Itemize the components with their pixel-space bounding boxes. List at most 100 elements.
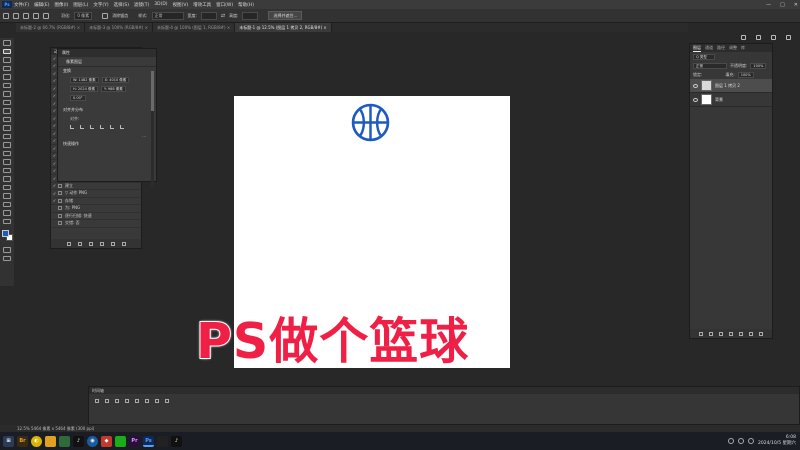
dialog-toggle-icon[interactable]: [58, 213, 62, 218]
w-field[interactable]: W: 1482 像素: [70, 76, 99, 83]
new-set-icon[interactable]: [99, 241, 104, 246]
photoshop-app-icon[interactable]: Ps: [143, 435, 154, 447]
action-checkmark[interactable]: ✓: [51, 198, 58, 203]
tiktok-app-icon[interactable]: ♪: [171, 435, 182, 447]
brush-tool-icon[interactable]: [3, 108, 11, 114]
app-icon[interactable]: ◉: [87, 435, 98, 447]
menu-layer[interactable]: 图层(L): [73, 2, 88, 8]
bridge-app-icon[interactable]: Br: [17, 435, 28, 447]
more-tools-icon[interactable]: [3, 218, 11, 224]
hand-tool-icon[interactable]: [3, 201, 11, 207]
record-icon[interactable]: [77, 241, 82, 246]
path-select-tool-icon[interactable]: [3, 184, 11, 190]
new-layer-icon[interactable]: [749, 331, 753, 336]
link-layers-icon[interactable]: [699, 331, 703, 336]
action-row[interactable]: 为: PNG: [51, 205, 141, 213]
prev-frame-icon[interactable]: [105, 399, 109, 403]
start-button[interactable]: ⊞: [3, 435, 14, 447]
menu-plugins[interactable]: 增效工具: [193, 2, 211, 8]
action-row[interactable]: 逐行扫描: 快速: [51, 213, 141, 220]
zoom-tool-icon[interactable]: [3, 210, 11, 216]
play-icon[interactable]: [88, 241, 93, 246]
tab-channels[interactable]: 通道: [705, 45, 713, 51]
align-bottom-icon[interactable]: [120, 125, 124, 129]
action-row[interactable]: 交错: 否: [51, 220, 141, 228]
foreground-color-swatch[interactable]: [1, 230, 9, 237]
align-middle-icon[interactable]: [110, 125, 114, 129]
lasso-tool-icon[interactable]: [3, 57, 11, 63]
action-checkmark[interactable]: ✓: [51, 183, 58, 188]
gradient-tool-icon[interactable]: [3, 142, 11, 148]
align-right-icon[interactable]: [90, 125, 94, 129]
adjustment-layer-icon[interactable]: [729, 331, 733, 336]
layer-filter-select[interactable]: Q 类型: [693, 53, 715, 60]
more-button[interactable]: ...: [142, 133, 146, 138]
delete-icon[interactable]: [121, 241, 126, 246]
swap-icon[interactable]: ⇄: [221, 13, 225, 19]
timeline-title[interactable]: 时间轴: [89, 387, 799, 394]
clone-stamp-tool-icon[interactable]: [3, 116, 11, 122]
h-field[interactable]: H: 2024 像素: [70, 85, 98, 92]
play-icon[interactable]: [115, 399, 119, 403]
transition-icon[interactable]: [165, 399, 169, 403]
antialias-checkbox[interactable]: [102, 12, 109, 19]
quick-mask-icon[interactable]: [3, 247, 11, 253]
menu-view[interactable]: 视图(V): [173, 2, 189, 8]
dialog-toggle-icon[interactable]: [58, 221, 62, 226]
crop-tool-icon[interactable]: [3, 74, 11, 80]
new-group-icon[interactable]: [739, 331, 743, 336]
clock[interactable]: 6:08 2024/10/5 星期六: [758, 435, 796, 447]
premiere-app-icon[interactable]: Pr: [129, 435, 140, 447]
quick-select-tool-icon[interactable]: [3, 65, 11, 71]
new-selection-icon[interactable]: [23, 12, 29, 19]
tab-doc-1[interactable]: 未标题-1 @ 12.5% (图层 1 拷贝 2, RGB/8#) ×: [235, 23, 332, 32]
properties-title[interactable]: 属性: [62, 50, 70, 56]
tab-adjustments[interactable]: 调整: [729, 45, 737, 51]
folder-app-icon[interactable]: [45, 435, 56, 447]
dialog-toggle-icon[interactable]: [58, 198, 62, 203]
menu-image[interactable]: 图像(I): [54, 2, 68, 8]
menu-file[interactable]: 文件(F): [14, 2, 29, 8]
maximize-button[interactable]: □: [780, 2, 785, 8]
menu-help[interactable]: 帮助(H): [238, 2, 254, 8]
visibility-eye-icon[interactable]: [693, 97, 698, 102]
gradient-panel-icon[interactable]: [770, 34, 776, 40]
menu-edit[interactable]: 编辑(E): [34, 2, 49, 8]
dodge-tool-icon[interactable]: [3, 159, 11, 165]
layer-row[interactable]: 图层 1 拷贝 2: [690, 79, 772, 93]
width-input[interactable]: [200, 11, 217, 20]
split-icon[interactable]: [155, 399, 159, 403]
action-row[interactable]: ✓ 存储: [51, 198, 141, 205]
eyedropper-tool-icon[interactable]: [3, 91, 11, 97]
volume-icon[interactable]: [737, 438, 744, 444]
scroll-thumb[interactable]: [151, 71, 154, 111]
add-mask-icon[interactable]: [719, 331, 723, 336]
action-checkmark[interactable]: ✓: [51, 191, 58, 196]
color-panel-icon[interactable]: [740, 34, 746, 40]
next-frame-icon[interactable]: [125, 399, 129, 403]
menu-3d[interactable]: 3D(D): [154, 2, 167, 7]
menu-type[interactable]: 文字(Y): [93, 2, 108, 8]
dialog-toggle-icon[interactable]: [58, 183, 62, 188]
height-input[interactable]: [242, 11, 259, 20]
style-select[interactable]: 正常: [151, 11, 184, 20]
align-top-icon[interactable]: [100, 125, 104, 129]
first-frame-icon[interactable]: [95, 399, 99, 403]
action-row[interactable]: ✓ ▽ 动作 PNG: [51, 190, 141, 198]
opacity-input[interactable]: 100%: [750, 62, 767, 69]
shape-tool-icon[interactable]: [3, 193, 11, 199]
frame-tool-icon[interactable]: [3, 82, 11, 88]
menu-window[interactable]: 窗口(W): [216, 2, 233, 8]
feather-input[interactable]: 0 像素: [74, 11, 93, 20]
healing-brush-tool-icon[interactable]: [3, 99, 11, 105]
align-center-icon[interactable]: [80, 125, 84, 129]
x-field[interactable]: X: 4010 像素: [101, 76, 130, 83]
dialog-toggle-icon[interactable]: [58, 206, 62, 211]
visibility-eye-icon[interactable]: [693, 83, 698, 88]
history-brush-tool-icon[interactable]: [3, 125, 11, 131]
eraser-tool-icon[interactable]: [3, 133, 11, 139]
fill-input[interactable]: 100%: [737, 71, 754, 78]
tab-paths[interactable]: 路径: [717, 45, 725, 51]
blend-mode-select[interactable]: 正常: [693, 62, 727, 69]
swatches-panel-icon[interactable]: [755, 34, 761, 40]
